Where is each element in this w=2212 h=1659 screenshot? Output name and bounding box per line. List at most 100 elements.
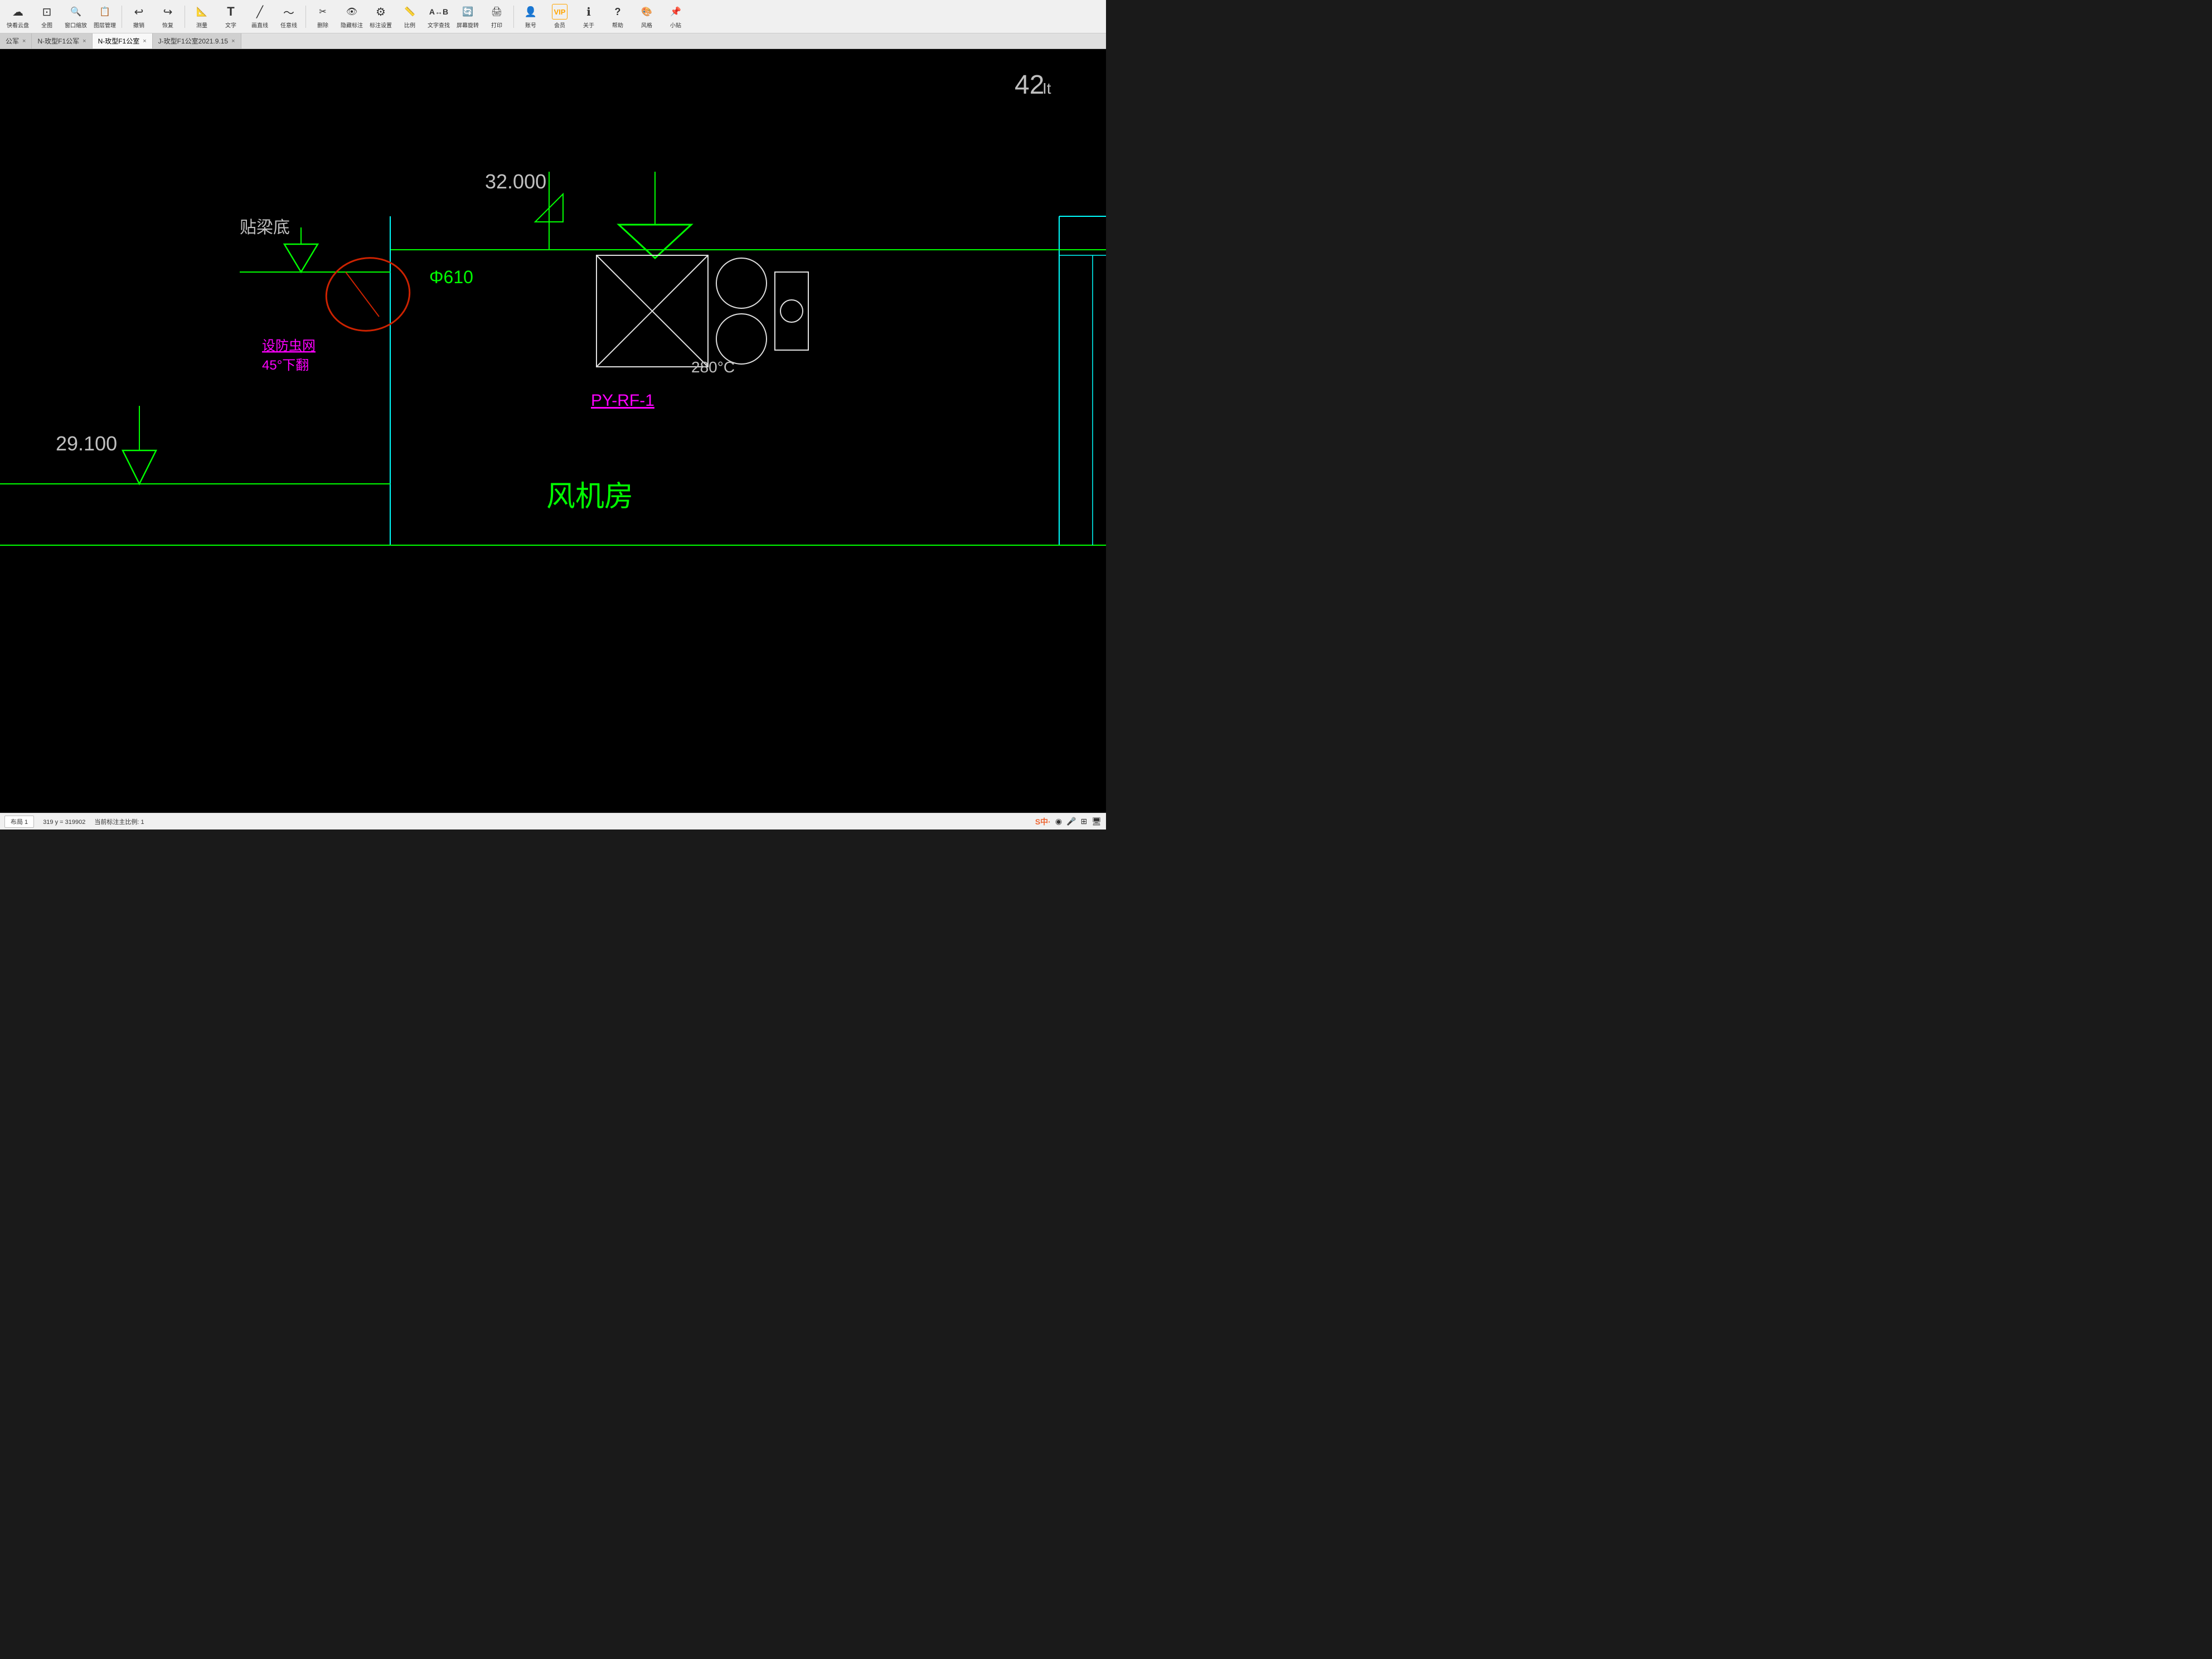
help-icon: ? [610, 4, 625, 20]
toolbar-account[interactable]: 👤 账号 [517, 2, 544, 32]
canvas-area[interactable]: 32.000 29.100 贴梁底 Φ610 [0, 49, 1106, 813]
toolbar-line-label: 画直线 [251, 21, 268, 29]
toolbar-hide-label: 隐藏标注 [341, 21, 363, 29]
toolbar-zoom-label: 窗口缩放 [65, 21, 87, 29]
toolbar-delete-label: 删除 [317, 21, 328, 29]
tab-3-label: N-玫型F1公室 [98, 36, 140, 46]
toolbar-measure-label: 测量 [196, 21, 207, 29]
plugin-icon: 📌 [668, 4, 683, 20]
toolbar-help-label: 帮助 [612, 21, 623, 29]
tab-2[interactable]: N-玫型F1公军 × [32, 33, 92, 48]
toolbar-info[interactable]: ℹ 关于 [575, 2, 602, 32]
measure-icon: 📐 [194, 4, 210, 20]
fullview-icon: ⊡ [39, 4, 55, 20]
tabs-bar: 公军 × N-玫型F1公军 × N-玫型F1公室 × J-玫型F1公室2021.… [0, 33, 1106, 49]
tab-2-label: N-玫型F1公军 [37, 36, 79, 46]
toolbar-textcheck-label: 文字查找 [428, 21, 450, 29]
toolbar-print-label: 打印 [491, 21, 502, 29]
toolbar-text[interactable]: T 文字 [217, 2, 244, 32]
toolbar-screenshot-label: 屏幕旋转 [457, 21, 479, 29]
toolbar-scale-label: 比例 [404, 21, 415, 29]
tab-1-close[interactable]: × [22, 38, 26, 45]
hide-icon: 👁 [344, 4, 360, 20]
tab-4-close[interactable]: × [231, 38, 235, 45]
screenshot-icon: 🔄 [460, 4, 476, 20]
account-icon: 👤 [523, 4, 539, 20]
toolbar-scale[interactable]: 📏 比例 [396, 2, 423, 32]
toolbar-text-label: 文字 [225, 21, 236, 29]
status-icon-1[interactable]: ◉ [1055, 817, 1062, 826]
toolbar-layers[interactable]: 📋 图层管理 [91, 2, 118, 32]
toolbar-cloud[interactable]: ☁ 快看云盘 [4, 2, 31, 32]
tab-1[interactable]: 公军 × [0, 33, 32, 48]
toolbar-fullview[interactable]: ⊡ 全图 [33, 2, 60, 32]
status-icon-3[interactable]: ⊞ [1080, 817, 1087, 826]
svg-text:It: It [1042, 80, 1051, 97]
toolbar-vip-label: 会员 [554, 21, 565, 29]
print-icon: 🖨 [489, 4, 505, 20]
layout-tab[interactable]: 布局 1 [4, 816, 34, 828]
toolbar-fullview-label: 全图 [41, 21, 52, 29]
toolbar-print[interactable]: 🖨 打印 [483, 2, 510, 32]
toolbar-measure[interactable]: 📐 测量 [188, 2, 215, 32]
svg-text:280°C: 280°C [691, 358, 735, 376]
tab-3-close[interactable]: × [143, 38, 146, 45]
tab-1-label: 公军 [6, 36, 19, 46]
zoom-icon: 🔍 [68, 4, 84, 20]
toolbar-delete[interactable]: ✂ 删除 [309, 2, 336, 32]
toolbar-vip[interactable]: VIP 会员 [546, 2, 573, 32]
toolbar-undo-label: 撤销 [133, 21, 144, 29]
textcheck-icon: A↔B [431, 4, 447, 20]
software-brand: S中· [1035, 816, 1051, 827]
toolbar-redo[interactable]: ↪ 恢复 [154, 2, 181, 32]
info-icon: ℹ [581, 4, 596, 20]
coords-label: 319 y = 319902 [43, 819, 85, 826]
markset-icon: ⚙ [373, 4, 389, 20]
tab-3[interactable]: N-玫型F1公室 × [93, 33, 153, 48]
scale-icon: 📏 [402, 4, 418, 20]
toolbar-markset-label: 标注设置 [370, 21, 392, 29]
toolbar-textcheck[interactable]: A↔B 文字查找 [425, 2, 452, 32]
toolbar-style-label: 风格 [641, 21, 652, 29]
line-icon: ╱ [252, 4, 268, 20]
svg-text:Φ610: Φ610 [429, 267, 473, 287]
layout-tab-label: 布局 1 [11, 819, 28, 826]
toolbar-markset[interactable]: ⚙ 标注设置 [367, 2, 394, 32]
undo-icon: ↩ [131, 4, 147, 20]
toolbar-freehand[interactable]: 〜 任意线 [275, 2, 302, 32]
svg-text:设防虫网: 设防虫网 [262, 338, 316, 353]
toolbar-plugin-label: 小贴 [670, 21, 681, 29]
svg-text:32.000: 32.000 [485, 170, 546, 193]
toolbar-sep-4 [513, 6, 514, 28]
svg-text:风机房: 风机房 [546, 481, 633, 513]
scale-display: 当前标注主比例: 1 [94, 817, 144, 826]
cloud-icon: ☁ [10, 4, 26, 20]
toolbar-freehand-label: 任意线 [280, 21, 297, 29]
cad-drawing: 32.000 29.100 贴梁底 Φ610 [0, 49, 1106, 813]
svg-text:45°下翻: 45°下翻 [262, 358, 309, 373]
toolbar-style[interactable]: 🎨 风格 [633, 2, 660, 32]
toolbar-plugin[interactable]: 📌 小贴 [662, 2, 689, 32]
toolbar: ☁ 快看云盘 ⊡ 全图 🔍 窗口缩放 📋 图层管理 ↩ 撤销 ↪ 恢复 📐 测量… [0, 0, 1106, 33]
status-right-icons: S中· ◉ 🎤 ⊞ 🖥 [1035, 816, 1102, 827]
toolbar-line[interactable]: ╱ 画直线 [246, 2, 273, 32]
toolbar-undo[interactable]: ↩ 撤销 [125, 2, 152, 32]
status-icon-4[interactable]: 🖥 [1092, 817, 1102, 826]
toolbar-hide[interactable]: 👁 隐藏标注 [338, 2, 365, 32]
toolbar-zoom[interactable]: 🔍 窗口缩放 [62, 2, 89, 32]
status-bar: 布局 1 319 y = 319902 当前标注主比例: 1 S中· ◉ 🎤 ⊞… [0, 813, 1106, 830]
layers-icon: 📋 [97, 4, 113, 20]
redo-icon: ↪ [160, 4, 176, 20]
toolbar-layers-label: 图层管理 [94, 21, 116, 29]
scale-label: 当前标注主比例: 1 [94, 819, 144, 826]
tab-4[interactable]: J-玫型F1公室2021.9.15 × [153, 33, 241, 48]
text-icon: T [223, 4, 239, 20]
style-icon: 🎨 [639, 4, 654, 20]
toolbar-screenshot[interactable]: 🔄 屏幕旋转 [454, 2, 481, 32]
delete-icon: ✂ [315, 4, 331, 20]
status-icon-2[interactable]: 🎤 [1066, 817, 1076, 826]
tab-2-close[interactable]: × [83, 38, 86, 45]
freehand-icon: 〜 [281, 4, 297, 20]
coords-display: 319 y = 319902 [43, 818, 85, 826]
toolbar-help[interactable]: ? 帮助 [604, 2, 631, 32]
